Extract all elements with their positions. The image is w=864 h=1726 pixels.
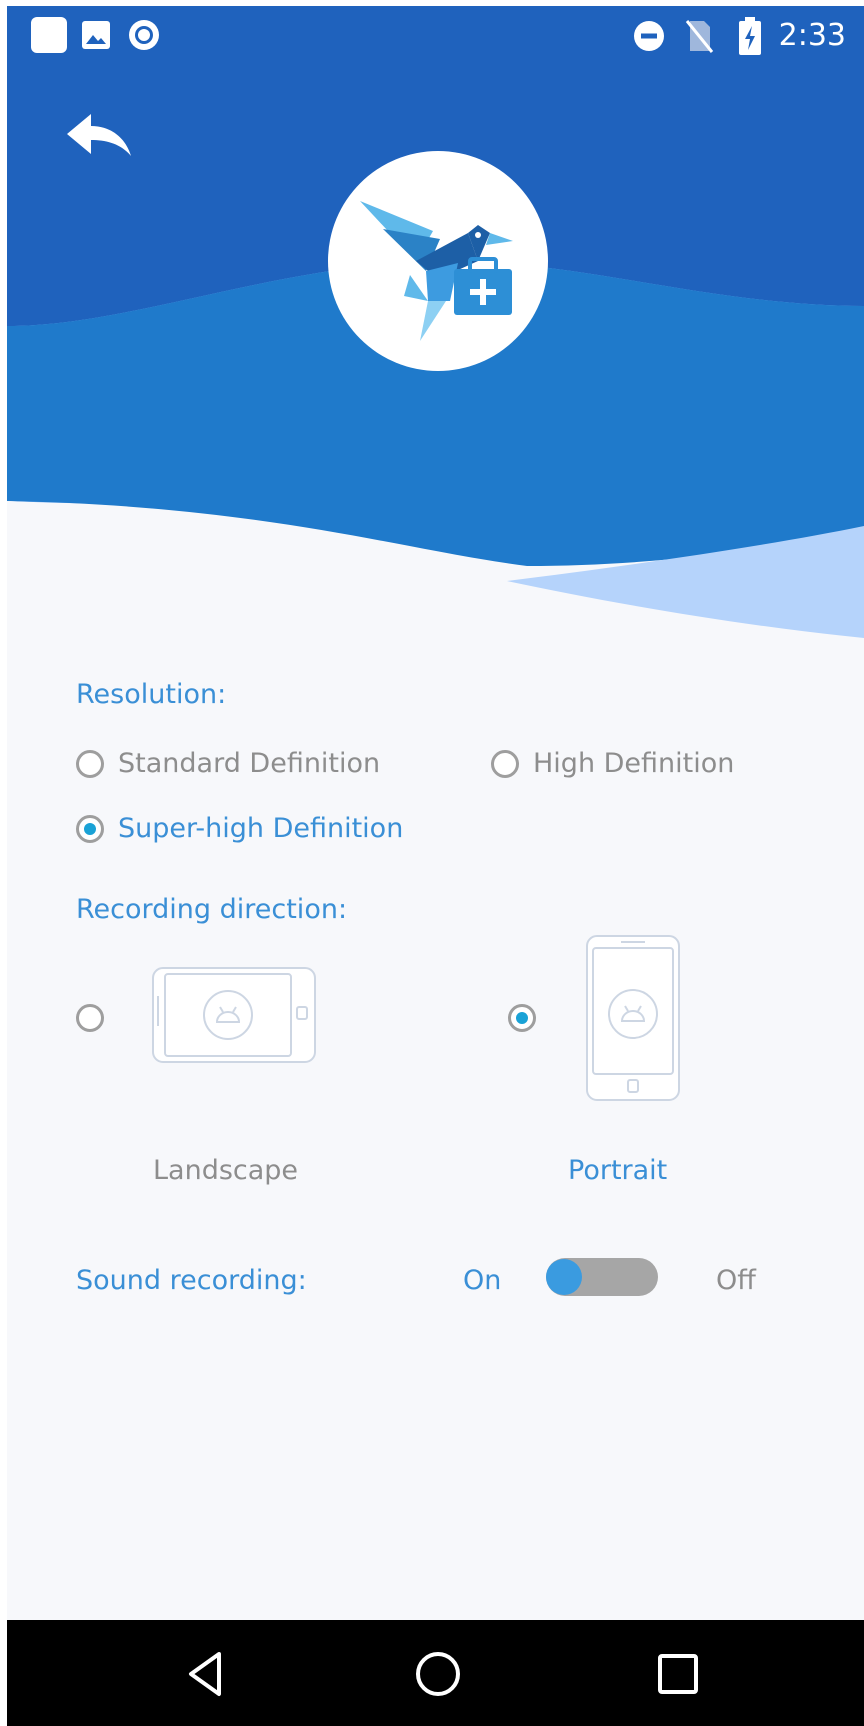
portrait-phone-icon[interactable] <box>585 934 683 1104</box>
battery-charging-icon <box>739 17 761 55</box>
back-arrow-icon[interactable] <box>65 112 135 162</box>
radio-super-high-definition[interactable]: Super-high Definition <box>76 812 403 846</box>
status-time: 2:33 <box>778 18 846 53</box>
sound-recording-toggle[interactable] <box>546 1258 658 1296</box>
header: 2:33 <box>7 6 864 656</box>
image-icon <box>82 21 110 49</box>
recording-direction-label: Recording direction: <box>76 894 348 925</box>
radio-high-definition[interactable]: High Definition <box>491 747 734 781</box>
radio-landscape[interactable] <box>76 1004 104 1032</box>
app-logo <box>328 151 548 371</box>
navigation-bar <box>7 1620 864 1726</box>
landscape-phone-icon[interactable] <box>151 966 317 1066</box>
radio-button-unchecked[interactable] <box>491 750 519 778</box>
standard-definition-label: Standard Definition <box>118 748 381 779</box>
home-circle-icon[interactable] <box>408 1644 468 1704</box>
high-definition-label: High Definition <box>533 748 735 779</box>
bird-logo-icon <box>360 201 513 341</box>
back-triangle-icon[interactable] <box>177 1644 237 1704</box>
screen: 2:33 Resolution: Standard Definition Hig… <box>7 6 864 1726</box>
radio-button-unchecked[interactable] <box>76 1004 104 1032</box>
portrait-caption: Portrait <box>568 1155 668 1186</box>
toggle-knob[interactable] <box>546 1259 582 1295</box>
super-high-definition-label: Super-high Definition <box>118 813 404 844</box>
resolution-label: Resolution: <box>76 679 227 710</box>
radio-button-checked[interactable] <box>76 815 104 843</box>
app-square-icon <box>31 17 67 53</box>
radio-standard-definition[interactable]: Standard Definition <box>76 747 380 781</box>
no-sim-icon <box>685 20 714 53</box>
landscape-caption: Landscape <box>153 1155 299 1186</box>
record-dot-icon <box>129 20 159 50</box>
radio-button-checked[interactable] <box>508 1004 536 1032</box>
radio-portrait[interactable] <box>508 1004 536 1032</box>
sound-off-label: Off <box>716 1265 756 1296</box>
sound-on-label: On <box>463 1265 502 1296</box>
do-not-disturb-icon <box>634 21 664 51</box>
sound-recording-label: Sound recording: <box>76 1265 307 1296</box>
radio-button-unchecked[interactable] <box>76 750 104 778</box>
recents-square-icon[interactable] <box>648 1644 708 1704</box>
